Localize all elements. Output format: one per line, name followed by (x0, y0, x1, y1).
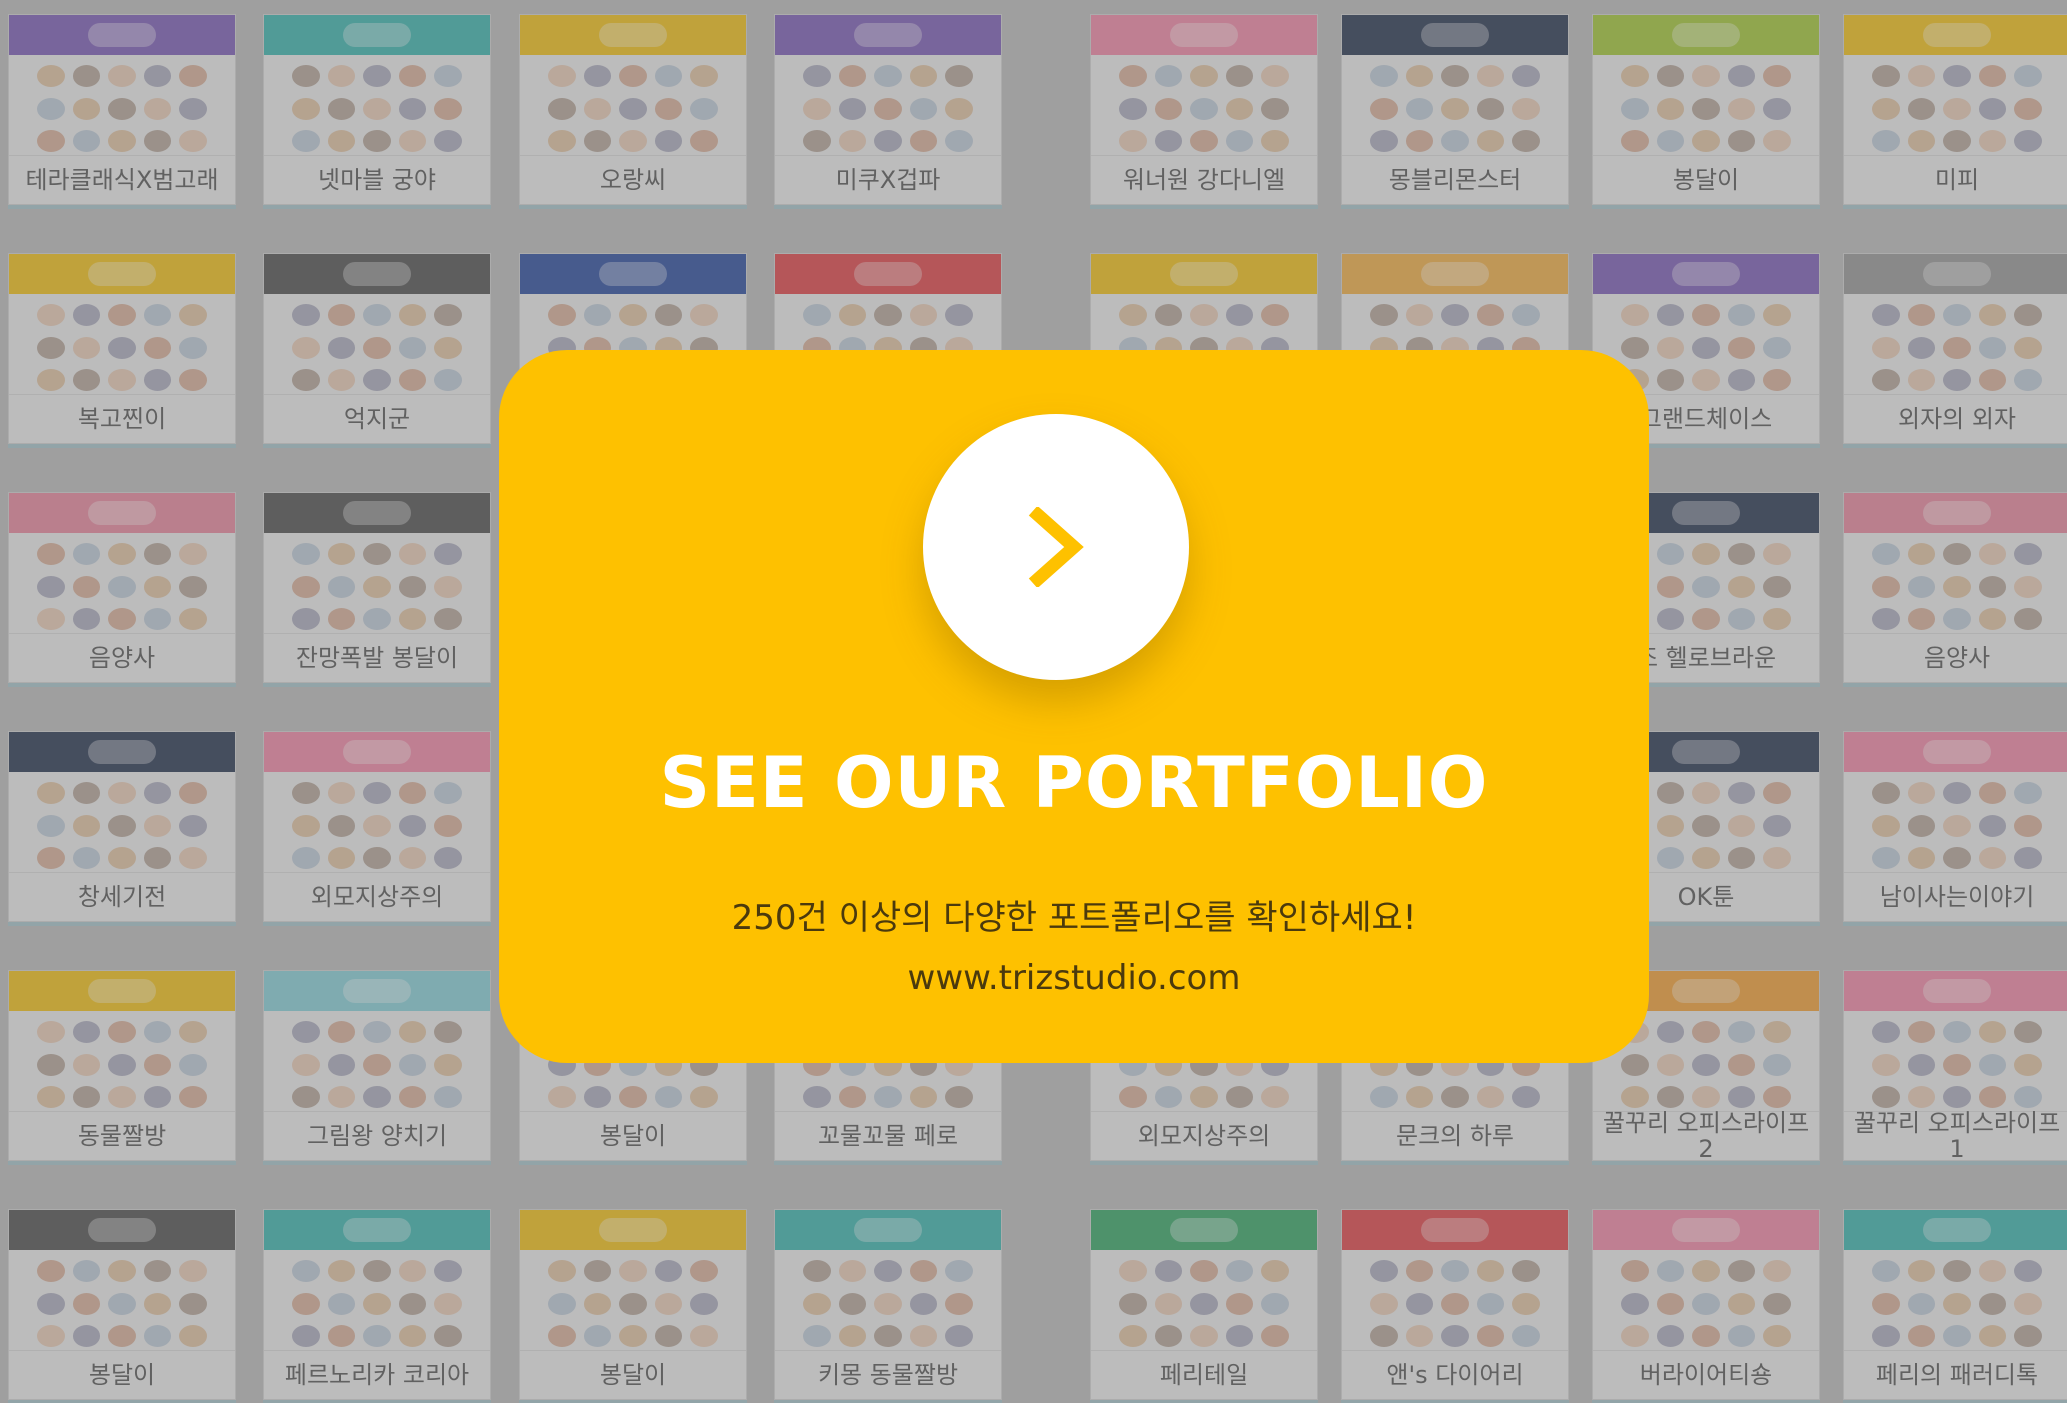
panel-title: SEE OUR PORTFOLIO (659, 742, 1489, 824)
portfolio-panel: SEE OUR PORTFOLIO 250건 이상의 다양한 포트폴리오를 확인… (499, 350, 1649, 1063)
portfolio-link[interactable]: www.trizstudio.com (499, 958, 1649, 998)
chevron-right-icon (1028, 507, 1084, 587)
panel-subtitle: 250건 이상의 다양한 포트폴리오를 확인하세요! (731, 898, 1417, 938)
see-portfolio-button[interactable] (923, 414, 1189, 680)
